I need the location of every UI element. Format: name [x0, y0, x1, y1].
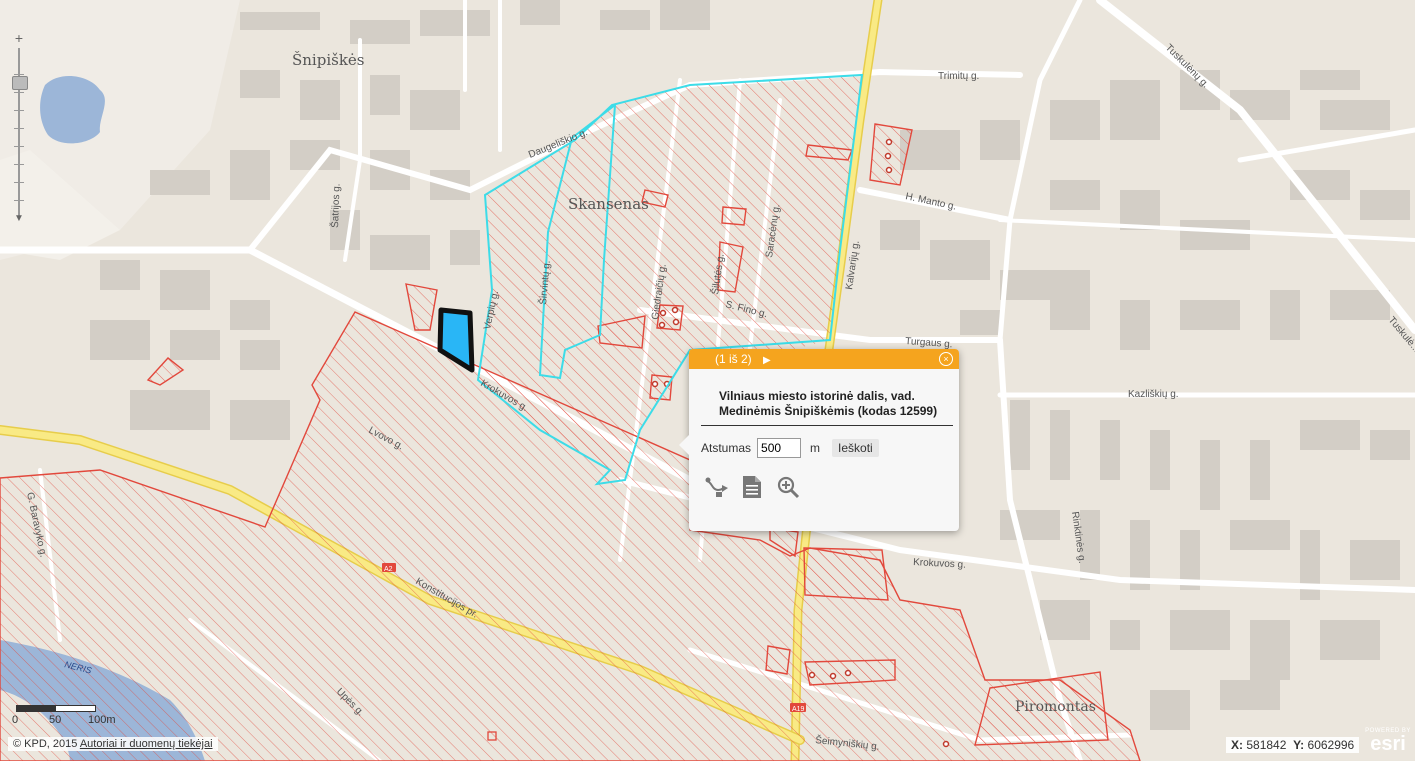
x-value: 581842 — [1246, 738, 1287, 752]
label-snipiskes: Šnipiškės — [292, 51, 365, 69]
popup-pager: (1 iš 2) — [715, 352, 752, 366]
label-piromontas: Piromontas — [1015, 699, 1096, 715]
label-skansenas: Skansenas — [568, 195, 649, 213]
scale-mid: 50 — [49, 714, 62, 726]
coordinate-readout: X: 581842 Y: 6062996 — [1226, 737, 1360, 753]
close-icon[interactable]: × — [939, 352, 953, 366]
zoom-thumb[interactable] — [12, 76, 28, 90]
street-kazliskiu: Kazliškių g. — [1128, 389, 1179, 400]
street-trimitu: Trimitų g. — [938, 71, 979, 82]
popup-divider — [701, 425, 953, 426]
zoom-slider[interactable]: + ▼ — [10, 30, 28, 225]
search-button[interactable]: Ieškoti — [832, 439, 879, 457]
x-label: X: — [1231, 738, 1243, 752]
popup-title: Vilniaus miesto istorinė dalis, vad. Med… — [719, 389, 938, 418]
route-icon[interactable] — [703, 474, 729, 500]
distance-row: Atstumas m Ieškoti — [701, 438, 959, 458]
pond — [40, 75, 105, 144]
info-popup: (1 iš 2) ▶ × Vilniaus miesto istorinė da… — [679, 349, 959, 531]
zoom-to-icon[interactable] — [775, 474, 801, 500]
road-badge-a2: A2 — [384, 566, 393, 573]
esri-wordmark: esri — [1370, 733, 1406, 755]
scale-max: 100m — [88, 714, 116, 726]
popup-actions — [703, 474, 959, 500]
y-label: Y: — [1293, 738, 1305, 752]
zoom-in-button[interactable]: + — [10, 30, 28, 46]
attribution-link[interactable]: Autoriai ir duomenų tiekėjai — [80, 738, 213, 750]
next-result-icon[interactable]: ▶ — [763, 351, 771, 371]
distance-input[interactable] — [757, 438, 802, 458]
document-icon[interactable] — [739, 474, 765, 500]
attribution: © KPD, 2015 Autoriai ir duomenų tiekėjai — [8, 737, 218, 751]
distance-label: Atstumas — [701, 441, 752, 455]
popup-header: (1 iš 2) ▶ × — [689, 349, 959, 369]
attribution-text: © KPD, 2015 — [13, 738, 78, 750]
scale-zero: 0 — [12, 714, 19, 726]
road-badge-a19: A19 — [792, 706, 805, 713]
esri-logo[interactable]: POWERED BY esri — [1363, 728, 1413, 760]
zoom-out-button[interactable]: ▼ — [10, 211, 28, 227]
y-value: 6062996 — [1307, 738, 1355, 752]
distance-unit: m — [810, 441, 821, 455]
